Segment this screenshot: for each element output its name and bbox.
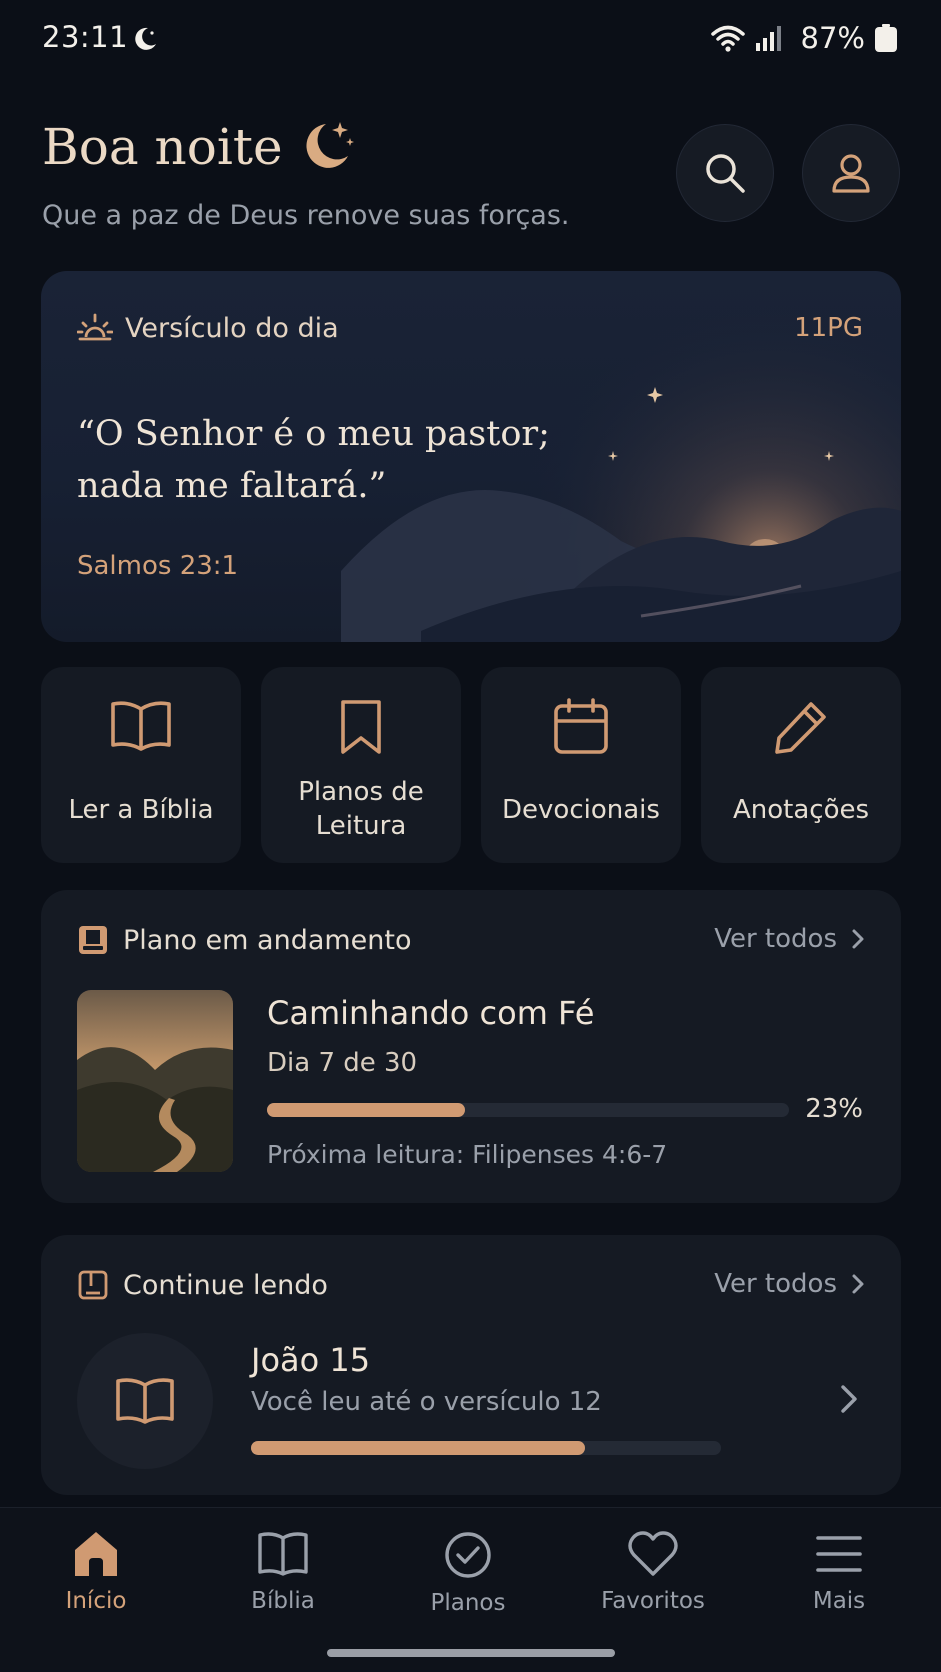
book-open-icon bbox=[116, 1378, 174, 1424]
plan-next-reading: Próxima leitura: Filipenses 4:6-7 bbox=[267, 1140, 668, 1169]
continue-progress-fill bbox=[251, 1441, 585, 1455]
profile-icon bbox=[832, 154, 870, 193]
plan-in-progress-card[interactable]: Plano em andamento Ver todos Caminhando … bbox=[41, 890, 901, 1203]
bookmark-icon bbox=[341, 700, 381, 754]
verse-text: “O Senhor é o meu pastor; nada me faltar… bbox=[77, 414, 550, 506]
see-all-label: Ver todos bbox=[714, 924, 837, 954]
calendar-icon bbox=[554, 698, 608, 754]
nav-bible[interactable]: Bíblia bbox=[208, 1530, 358, 1614]
quick-action-label: Ler a Bíblia bbox=[68, 795, 214, 825]
plan-day: Dia 7 de 30 bbox=[267, 1048, 418, 1078]
quick-action-notes[interactable]: Anotações bbox=[701, 667, 901, 863]
continue-see-all-link[interactable]: Ver todos bbox=[714, 1269, 865, 1299]
status-bar: 23:11 87% bbox=[0, 0, 941, 76]
verse-code: 11PG bbox=[794, 313, 863, 343]
nav-label: Início bbox=[65, 1588, 127, 1614]
signal-icon bbox=[755, 26, 781, 51]
nav-more[interactable]: Mais bbox=[764, 1530, 914, 1614]
battery-icon bbox=[875, 24, 897, 52]
moon-icon bbox=[135, 27, 156, 50]
nav-label: Favoritos bbox=[601, 1588, 705, 1614]
quick-action-label: Planos de Leitura bbox=[298, 777, 424, 841]
chevron-right-icon bbox=[852, 929, 864, 949]
quick-action-reading-plans[interactable]: Planos de Leitura bbox=[261, 667, 461, 863]
chevron-right-icon[interactable] bbox=[839, 1383, 859, 1415]
sunrise-icon bbox=[77, 313, 113, 341]
quick-action-read-bible[interactable]: Ler a Bíblia bbox=[41, 667, 241, 863]
chevron-right-icon bbox=[852, 1274, 864, 1294]
status-icons: 87% bbox=[710, 20, 897, 56]
quick-action-label: Devocionais bbox=[502, 795, 660, 825]
greeting-subtitle: Que a paz de Deus renove suas forças. bbox=[42, 200, 570, 231]
nav-favorites[interactable]: Favoritos bbox=[578, 1530, 728, 1614]
plan-section-title: Plano em andamento bbox=[123, 924, 412, 956]
search-button[interactable] bbox=[676, 124, 774, 222]
plan-section-header: Plano em andamento bbox=[77, 924, 412, 956]
plan-progress-bar bbox=[267, 1103, 789, 1117]
search-icon bbox=[706, 154, 745, 193]
quick-action-label: Anotações bbox=[732, 795, 870, 825]
nav-home[interactable]: Início bbox=[21, 1530, 171, 1614]
continue-section-title: Continue lendo bbox=[123, 1269, 328, 1301]
plan-cover-image bbox=[77, 990, 233, 1172]
verse-label: Versículo do dia bbox=[125, 312, 339, 344]
plan-see-all-link[interactable]: Ver todos bbox=[714, 924, 865, 954]
greeting-title: Boa noite bbox=[42, 118, 283, 176]
nav-label: Mais bbox=[812, 1588, 866, 1614]
continue-book-avatar bbox=[77, 1333, 213, 1469]
plan-progress-percent: 23% bbox=[805, 1094, 863, 1124]
continue-chapter: João 15 bbox=[251, 1341, 371, 1379]
pencil-icon bbox=[775, 702, 826, 754]
continue-section-header: Continue lendo bbox=[77, 1269, 328, 1301]
nav-plans[interactable]: Planos bbox=[393, 1530, 543, 1616]
check-circle-icon bbox=[445, 1532, 491, 1578]
crescent-moon-stars-icon bbox=[306, 122, 354, 168]
nav-label: Planos bbox=[430, 1590, 506, 1616]
continue-progress-bar bbox=[251, 1441, 721, 1455]
nav-label: Bíblia bbox=[251, 1588, 315, 1614]
book-icon bbox=[78, 1270, 108, 1300]
wifi-icon bbox=[710, 25, 745, 52]
verse-header: Versículo do dia bbox=[77, 311, 339, 345]
verse-of-day-card[interactable]: Versículo do dia 11PG “O Senhor é o meu … bbox=[41, 271, 901, 642]
battery-level: 87% bbox=[800, 21, 865, 55]
heart-icon bbox=[628, 1531, 678, 1576]
profile-button[interactable] bbox=[802, 124, 900, 222]
home-indicator[interactable] bbox=[327, 1649, 615, 1657]
book-bookmark-icon bbox=[79, 926, 107, 954]
book-icon bbox=[258, 1532, 308, 1576]
plan-name: Caminhando com Fé bbox=[267, 994, 595, 1032]
menu-icon bbox=[816, 1536, 862, 1572]
book-open-icon bbox=[111, 701, 171, 751]
continue-reading-card[interactable]: Continue lendo Ver todos João 15 Você le… bbox=[41, 1235, 901, 1495]
bottom-navigation: Início Bíblia Planos Favoritos Mais bbox=[0, 1507, 941, 1672]
plan-progress-fill bbox=[267, 1103, 466, 1117]
home-icon bbox=[75, 1532, 117, 1576]
verse-reference: Salmos 23:1 bbox=[77, 551, 239, 581]
quick-action-devotionals[interactable]: Devocionais bbox=[481, 667, 681, 863]
status-time: 23:11 bbox=[42, 20, 129, 54]
continue-subtitle: Você leu até o versículo 12 bbox=[251, 1387, 602, 1417]
see-all-label: Ver todos bbox=[714, 1269, 837, 1299]
